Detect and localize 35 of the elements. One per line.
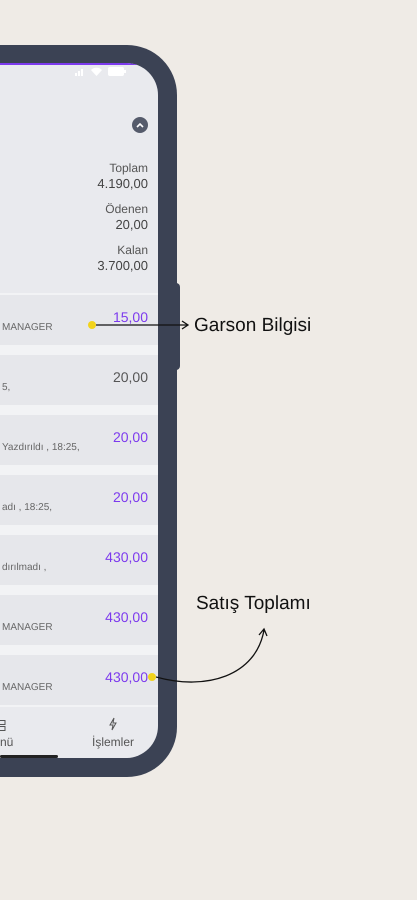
order-row[interactable]: MANAGER 15,00 bbox=[0, 295, 158, 345]
summary-value: 4.190,00 bbox=[97, 176, 148, 192]
row-detail: 5, bbox=[2, 380, 10, 394]
row-detail: dırılmadı , bbox=[2, 560, 46, 574]
nav-tab[interactable]: İşlemler bbox=[92, 717, 134, 758]
order-row[interactable]: 5, 20,00 bbox=[0, 355, 158, 405]
row-amount: 20,00 bbox=[112, 488, 148, 506]
order-row[interactable]: Yazdırıldı , 18:25, 20,00 bbox=[0, 415, 158, 465]
order-row[interactable]: adı , 18:25, 20,00 bbox=[0, 475, 158, 525]
summary-value: 20,00 bbox=[115, 217, 148, 233]
summary-label: Toplam bbox=[109, 160, 148, 176]
summary-value: 3.700,00 bbox=[97, 258, 148, 274]
order-row[interactable]: MANAGER 430,00 bbox=[0, 595, 158, 645]
grid-icon bbox=[0, 720, 6, 731]
row-amount: 20,00 bbox=[112, 368, 148, 386]
summary-label: Ödenen bbox=[105, 201, 148, 217]
row-amount: 430,00 bbox=[105, 668, 148, 686]
row-detail: MANAGER bbox=[2, 680, 53, 694]
row-detail: Yazdırıldı , 18:25, bbox=[2, 440, 80, 454]
row-amount: 430,00 bbox=[105, 548, 148, 566]
nav-tab[interactable]: nü bbox=[0, 720, 58, 758]
row-detail: adı , 18:25, bbox=[2, 500, 52, 514]
row-detail: MANAGER bbox=[2, 320, 53, 334]
summary-label: Kalan bbox=[117, 242, 148, 258]
order-row[interactable]: dırılmadı , 430,00 bbox=[0, 535, 158, 585]
annotation-label: Garson Bilgisi bbox=[194, 314, 312, 338]
bolt-icon bbox=[108, 717, 118, 731]
annotation-label: Satış Toplamı bbox=[196, 592, 311, 616]
chevron-up-icon bbox=[136, 122, 144, 128]
row-amount: 20,00 bbox=[112, 428, 148, 446]
collapse-button[interactable] bbox=[132, 117, 148, 133]
row-detail: MANAGER bbox=[2, 620, 53, 634]
order-row[interactable]: MANAGER 430,00 bbox=[0, 655, 158, 705]
row-amount: 15,00 bbox=[112, 308, 148, 326]
row-amount: 430,00 bbox=[105, 608, 148, 626]
